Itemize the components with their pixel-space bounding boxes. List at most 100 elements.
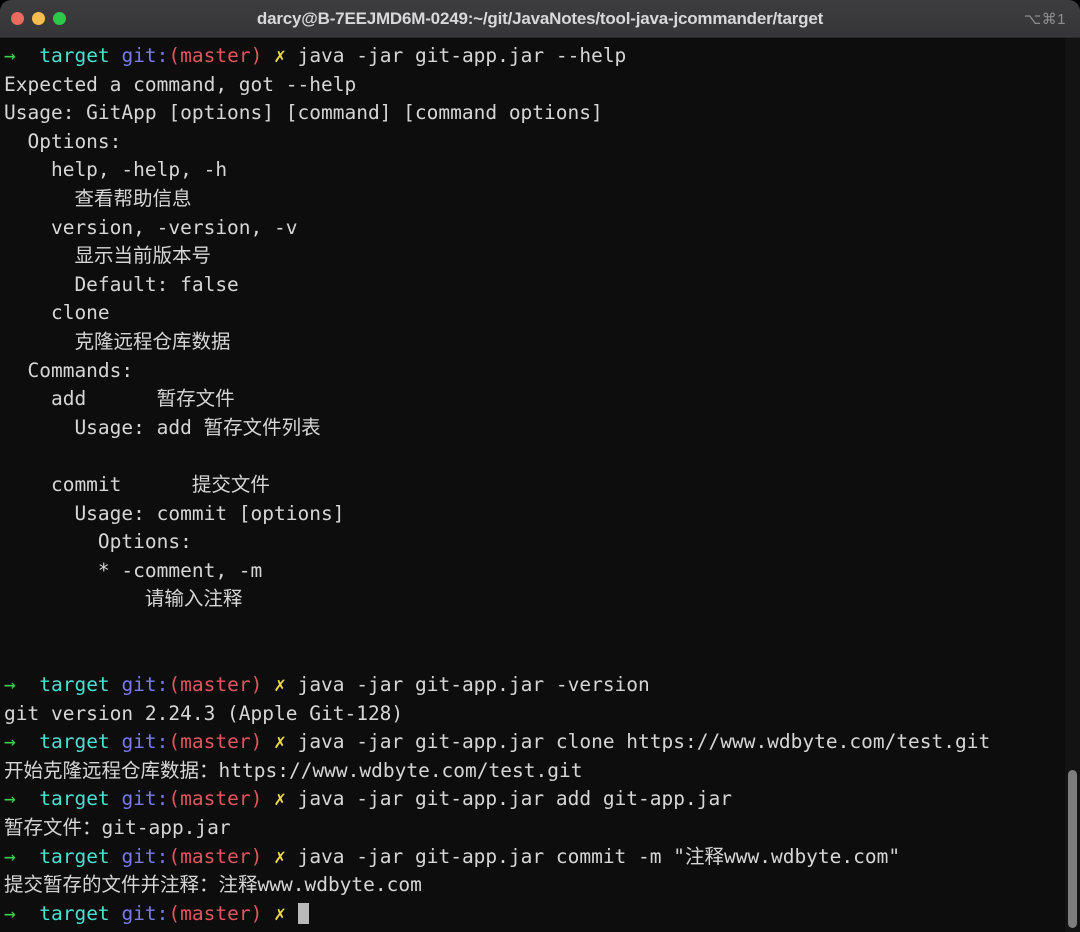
prompt-directory: target: [39, 673, 110, 697]
prompt-arrow-icon: →: [4, 730, 28, 754]
close-button[interactable]: [11, 12, 24, 25]
prompt-status-icon: ✗: [274, 730, 286, 754]
prompt-arrow-icon: →: [4, 787, 28, 811]
prompt-arrow-icon: →: [4, 673, 28, 697]
prompt-status-icon: ✗: [274, 44, 286, 67]
terminal-output-line: Usage: GitApp [options] [command] [comma…: [4, 101, 603, 125]
terminal-prompt-line: → target git:(master) ✗ java -jar git-ap…: [4, 671, 1080, 700]
terminal-command-text: java -jar git-app.jar -version: [297, 673, 650, 697]
prompt-status-icon: ✗: [274, 787, 286, 811]
terminal-command-text: java -jar git-app.jar clone https://www.…: [297, 730, 991, 754]
terminal-output-line: 暂存文件：git-app.jar: [4, 816, 231, 840]
maximize-button[interactable]: [53, 12, 66, 25]
terminal-output-line: git version 2.24.3 (Apple Git-128): [4, 701, 404, 725]
terminal-output-line: Options:: [4, 530, 192, 554]
terminal-output-line: Usage: commit [options]: [4, 501, 345, 525]
prompt-arrow-icon: →: [4, 844, 28, 868]
terminal-output-line: 提交暂存的文件并注释：注释www.wdbyte.com: [4, 873, 422, 897]
prompt-directory: target: [39, 787, 110, 811]
terminal-output-area[interactable]: → target git:(master) ✗ java -jar git-ap…: [0, 38, 1080, 932]
prompt-arrow-icon: →: [4, 901, 28, 925]
terminal-cursor: [297, 902, 309, 924]
terminal-output-line: Commands:: [4, 358, 134, 382]
scrollbar-track[interactable]: [1065, 38, 1080, 932]
prompt-directory: target: [39, 901, 110, 925]
prompt-directory: target: [39, 44, 110, 67]
prompt-git-label: git:: [121, 844, 169, 868]
prompt-status-icon: ✗: [274, 844, 286, 868]
terminal-output-line: commit 提交文件: [4, 472, 270, 496]
prompt-git-label: git:: [121, 673, 169, 697]
prompt-git-branch: (master): [168, 844, 263, 868]
prompt-git-label: git:: [121, 44, 169, 67]
terminal-output-line: 查看帮助信息: [4, 186, 192, 210]
terminal-output-line: add 暂存文件: [4, 387, 235, 411]
minimize-button[interactable]: [32, 12, 45, 25]
window-controls: [0, 12, 66, 25]
terminal-output-line: help, -help, -h: [4, 158, 228, 182]
terminal-prompt-line: → target git:(master) ✗ java -jar git-ap…: [4, 785, 1080, 814]
prompt-status-icon: ✗: [274, 901, 286, 925]
terminal-output-line: * -comment, -m: [4, 558, 263, 582]
prompt-git-branch: (master): [168, 673, 263, 697]
terminal-output-line: Expected a command, got --help: [4, 72, 357, 96]
terminal-command-text: java -jar git-app.jar --help: [297, 44, 627, 67]
terminal-window: darcy@B-7EEJMD6M-0249:~/git/JavaNotes/to…: [0, 0, 1080, 932]
scrollbar-thumb[interactable]: [1068, 770, 1077, 928]
prompt-git-branch: (master): [168, 730, 263, 754]
terminal-output-line: version, -version, -v: [4, 215, 298, 239]
terminal-command-text: java -jar git-app.jar commit -m "注释www.w…: [297, 844, 901, 868]
terminal-output-line: 克隆远程仓库数据: [4, 329, 231, 353]
window-title: darcy@B-7EEJMD6M-0249:~/git/JavaNotes/to…: [256, 8, 824, 28]
terminal-prompt-line: → target git:(master) ✗ java -jar git-ap…: [4, 728, 1080, 757]
prompt-git-branch: (master): [168, 787, 263, 811]
prompt-arrow-icon: →: [4, 44, 28, 67]
prompt-status-icon: ✗: [274, 673, 286, 697]
terminal-output-line: 开始克隆远程仓库数据：https://www.wdbyte.com/test.g…: [4, 758, 583, 782]
prompt-git-branch: (master): [168, 901, 263, 925]
terminal-prompt-line: → target git:(master) ✗ java -jar git-ap…: [4, 843, 1080, 872]
terminal-output-line: 请输入注释: [4, 587, 243, 611]
window-titlebar: darcy@B-7EEJMD6M-0249:~/git/JavaNotes/to…: [0, 0, 1080, 38]
terminal-command-text: java -jar git-app.jar add git-app.jar: [297, 787, 732, 811]
prompt-git-label: git:: [121, 787, 169, 811]
prompt-git-label: git:: [121, 730, 169, 754]
terminal-prompt-line: → target git:(master) ✗ java -jar git-ap…: [4, 42, 1080, 71]
keyboard-shortcut-hint: ⌥⌘1: [1023, 10, 1066, 28]
prompt-directory: target: [39, 730, 110, 754]
terminal-output-line: Options:: [4, 129, 122, 153]
terminal-output-line: clone: [4, 301, 110, 325]
terminal-prompt-line: → target git:(master) ✗: [4, 900, 1080, 929]
terminal-output-line: Usage: add 暂存文件列表: [4, 415, 321, 439]
terminal-output-line: 显示当前版本号: [4, 244, 211, 268]
prompt-directory: target: [39, 844, 110, 868]
prompt-git-branch: (master): [168, 44, 263, 67]
